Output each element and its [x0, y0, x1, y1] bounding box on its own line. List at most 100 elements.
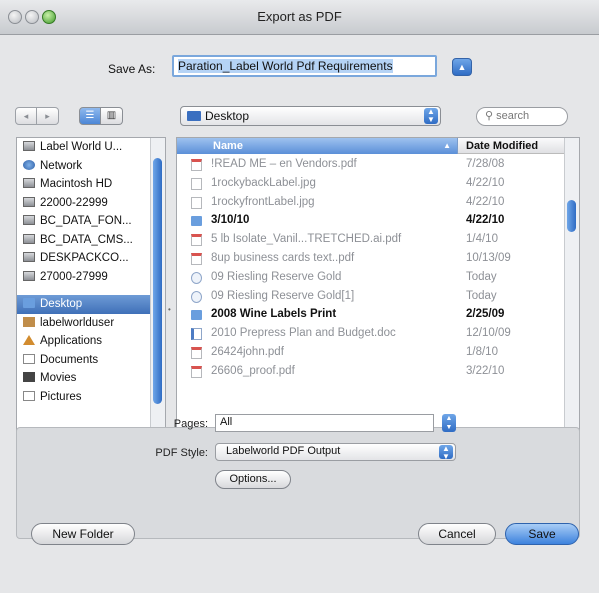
- pictures-icon: [23, 390, 35, 401]
- file-list-scrollbar[interactable]: ▲▼: [564, 138, 579, 454]
- sidebar-item[interactable]: Applications: [17, 332, 151, 351]
- save-button[interactable]: Save: [505, 523, 579, 545]
- drive-icon: [23, 270, 35, 281]
- drive-icon: [23, 141, 35, 151]
- location-popup[interactable]: Desktop ▲ ▼: [180, 106, 441, 126]
- sidebar-item[interactable]: Documents: [17, 351, 151, 370]
- sidebar-item-label: Applications: [40, 335, 103, 347]
- file-date: 2/25/09: [466, 308, 505, 321]
- list-view-icon: ☰: [85, 110, 95, 121]
- list-view-button[interactable]: ☰: [79, 107, 101, 125]
- file-name: 26424john.pdf: [211, 345, 284, 358]
- file-name: 26606_proof.pdf: [211, 364, 295, 377]
- sidebar-item-label: labelworlduser: [40, 316, 115, 329]
- search-icon: ⚲: [485, 110, 494, 122]
- file-row[interactable]: 5 lb Isolate_Vanil...TRETCHED.ai.pdf 1/4/…: [177, 230, 567, 249]
- sidebar-item[interactable]: BC_DATA_FON...: [17, 212, 151, 231]
- document-icon: [191, 290, 202, 303]
- new-folder-button[interactable]: New Folder: [31, 523, 135, 545]
- options-button[interactable]: Options...: [215, 470, 291, 489]
- drive-icon: [23, 196, 35, 207]
- sidebar-item-label: Movies: [40, 372, 77, 384]
- sidebar-item[interactable]: Label World U...: [17, 138, 151, 157]
- pdf-style-label: PDF Style:: [155, 447, 208, 459]
- location-label: Desktop: [205, 109, 250, 123]
- file-row[interactable]: 26606_proof.pdf 3/22/10: [177, 362, 567, 381]
- file-date: 3/22/10: [466, 364, 505, 377]
- file-row[interactable]: 2010 Prepress Plan and Budget.doc 12/10/0…: [177, 324, 567, 343]
- pdf-file-icon: [191, 346, 202, 359]
- cancel-button[interactable]: Cancel: [418, 523, 496, 545]
- file-row[interactable]: 09 Riesling Reserve Gold Today: [177, 268, 567, 287]
- pages-field[interactable]: All: [215, 414, 434, 432]
- sidebar-item[interactable]: Desktop: [17, 295, 151, 314]
- document-icon: [191, 271, 202, 284]
- sidebar-item[interactable]: Macintosh HD: [17, 175, 151, 194]
- drive-icon: [23, 215, 35, 225]
- sidebar-item[interactable]: BC_DATA_CMS...: [17, 231, 151, 250]
- name-column-header[interactable]: Name ▲: [177, 138, 458, 154]
- window-title: Export as PDF: [257, 9, 342, 24]
- movies-icon: [23, 372, 35, 382]
- file-date: Today: [466, 270, 497, 283]
- sidebar-scrollbar[interactable]: [150, 138, 165, 454]
- file-row[interactable]: 1rockyfrontLabel.jpg 4/22/10: [177, 193, 567, 212]
- sidebar-item[interactable]: labelworlduser: [17, 314, 151, 333]
- sidebar-item[interactable]: Movies: [17, 369, 151, 388]
- file-list-header: Name ▲ Date Modified: [177, 138, 567, 154]
- file-date: Today: [466, 289, 497, 302]
- column-view-button[interactable]: ▥: [101, 107, 123, 125]
- file-name: 2010 Prepress Plan and Budget.doc: [211, 327, 396, 340]
- network-icon: [23, 159, 35, 170]
- file-row[interactable]: 09 Riesling Reserve Gold[1] Today: [177, 287, 567, 306]
- popup-arrows-icon: ▲ ▼: [424, 108, 438, 124]
- file-list-scroll-thumb[interactable]: [567, 200, 576, 232]
- sidebar-item-label: Pictures: [40, 390, 82, 403]
- file-date: 4/22/10: [466, 176, 505, 189]
- date-column-header[interactable]: Date Modified: [458, 138, 567, 154]
- file-row[interactable]: 1rockybackLabel.jpg 4/22/10: [177, 174, 567, 193]
- file-name: 09 Riesling Reserve Gold[1]: [211, 289, 355, 302]
- forward-button[interactable]: ▸: [37, 107, 59, 125]
- splitter-handle[interactable]: •: [168, 305, 171, 314]
- sidebar-item[interactable]: DESKPACKCO...: [17, 249, 151, 268]
- home-icon: [23, 316, 35, 327]
- collapse-disclosure-button[interactable]: ▲: [452, 58, 472, 76]
- drive-icon: [23, 178, 35, 188]
- sidebar-item-label: Desktop: [40, 298, 83, 310]
- file-date: 4/22/10: [466, 195, 505, 208]
- back-button[interactable]: ◂: [15, 107, 37, 125]
- pdf-file-icon: [191, 234, 202, 247]
- sidebar-scroll-thumb[interactable]: [153, 158, 162, 404]
- search-field[interactable]: ⚲ search: [476, 107, 568, 126]
- pages-stepper[interactable]: ▲ ▼: [442, 414, 456, 432]
- sidebar-item-label: Documents: [40, 353, 99, 366]
- pages-label: Pages:: [173, 418, 208, 430]
- file-row[interactable]: !READ ME – en Vendors.pdf 7/28/08: [177, 155, 567, 174]
- popup-arrows-icon: ▲ ▼: [439, 445, 453, 461]
- sidebar-item-label: Network: [40, 159, 83, 172]
- file-row[interactable]: 2008 Wine Labels Print 2/25/09: [177, 305, 567, 324]
- file-name: 1rockyfrontLabel.jpg: [211, 195, 315, 208]
- file-row[interactable]: 8up business cards text..pdf 10/13/09: [177, 249, 567, 268]
- drive-icon: [23, 233, 35, 244]
- pdf-style-popup[interactable]: Labelworld PDF Output ▲ ▼: [215, 443, 456, 461]
- file-row[interactable]: 26424john.pdf 1/8/10: [177, 343, 567, 362]
- file-name: 2008 Wine Labels Print: [211, 308, 337, 321]
- file-name: 8up business cards text..pdf: [211, 251, 355, 264]
- documents-icon: [23, 353, 35, 364]
- sidebar-item[interactable]: Network: [17, 157, 151, 176]
- sidebar-item[interactable]: 22000-22999: [17, 194, 151, 213]
- file-name: 5 lb Isolate_Vanil...TRETCHED.ai.pdf: [211, 233, 402, 246]
- sidebar-item-label: BC_DATA_CMS...: [40, 233, 133, 246]
- save-as-field[interactable]: Paration_Label World Pdf Requirements: [172, 55, 437, 77]
- file-list: Name ▲ Date Modified !READ ME – en Vendo…: [176, 137, 580, 455]
- sidebar-item[interactable]: 27000-27999: [17, 268, 151, 287]
- sidebar-item-label: DESKPACKCO...: [40, 252, 129, 264]
- image-file-icon: [191, 196, 202, 209]
- sidebar-item[interactable]: Pictures: [17, 388, 151, 407]
- save-as-label: Save As:: [108, 62, 156, 76]
- file-row[interactable]: 3/10/10 4/22/10: [177, 211, 567, 230]
- folder-icon: [191, 310, 202, 321]
- desktop-folder-icon: [187, 111, 201, 121]
